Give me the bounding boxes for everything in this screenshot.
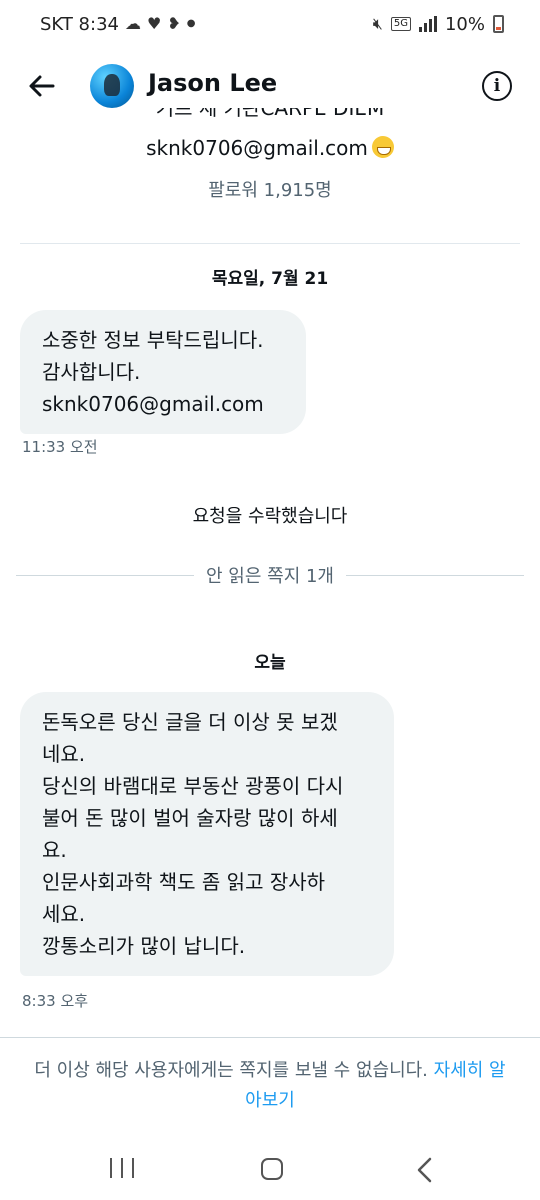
status-bar: SKT 8:34 ☁ ♥ ❥ ● 🔇︎ 5G 10%	[0, 0, 540, 48]
cloud-icon: ☁	[124, 14, 141, 33]
chat-bubble-icon: ❥	[167, 14, 181, 33]
message-timestamp: 8:33 오후	[22, 992, 89, 1010]
info-circle-icon: i	[493, 76, 501, 96]
request-accepted-note: 요청을 수락했습니다	[192, 506, 348, 527]
back-button[interactable]	[26, 70, 58, 102]
separator-line	[16, 574, 195, 576]
unread-label: 안 읽은 쪽지 1개	[206, 566, 334, 587]
contact-name[interactable]: Jason Lee	[148, 69, 277, 97]
info-button[interactable]: i	[482, 71, 512, 101]
battery-icon	[493, 15, 504, 33]
separator-line	[346, 574, 525, 576]
arrow-left-icon	[29, 75, 55, 97]
message-bubble[interactable]: 소중한 정보 부탁드립니다. 감사합니다. sknk0706@gmail.com	[20, 310, 306, 434]
home-button[interactable]	[261, 1158, 283, 1180]
network-5g-icon: 5G	[390, 17, 411, 31]
system-nav-bar	[0, 1140, 540, 1200]
date-separator: 목요일, 7월 21	[211, 269, 329, 289]
chevron-left-icon	[417, 1157, 432, 1183]
signal-icon	[418, 16, 437, 32]
message-timestamp: 11:33 오전	[22, 438, 98, 456]
carrier-time: SKT 8:34	[40, 13, 119, 35]
blocked-notice: 더 이상 해당 사용자에게는 쪽지를 보낼 수 없습니다. 자세히 알아보기	[28, 1056, 512, 1116]
status-left: SKT 8:34 ☁ ♥ ❥ ●	[40, 14, 195, 35]
dot-icon: ●	[186, 18, 196, 29]
conversation-header: Jason Lee i	[0, 56, 540, 116]
heart-icon: ♥	[146, 14, 162, 33]
battery-percent: 10%	[444, 13, 485, 35]
mute-icon: 🔇︎	[372, 14, 383, 33]
unread-separator: 안 읽은 쪽지 1개	[16, 562, 525, 588]
date-separator: 오늘	[254, 653, 286, 673]
follower-count: 팔로워 1,915명	[208, 180, 332, 201]
blocked-notice-text: 더 이상 해당 사용자에게는 쪽지를 보낼 수 없습니다.	[34, 1060, 434, 1081]
system-back-button[interactable]	[412, 1156, 438, 1184]
profile-bio: 기프 세 기관CARPE DIEM	[155, 108, 385, 120]
divider	[0, 1037, 540, 1038]
grin-emoji-icon	[371, 136, 394, 158]
profile-email: sknk0706@gmail.com	[0, 136, 540, 160]
divider	[20, 243, 520, 244]
recent-apps-button[interactable]	[110, 1158, 134, 1180]
status-right: 🔇︎ 5G 10%	[373, 14, 504, 35]
avatar[interactable]	[90, 64, 134, 108]
message-bubble[interactable]: 돈독오른 당신 글을 더 이상 못 보겠 네요. 당신의 바램대로 부동산 광풍…	[20, 692, 394, 976]
